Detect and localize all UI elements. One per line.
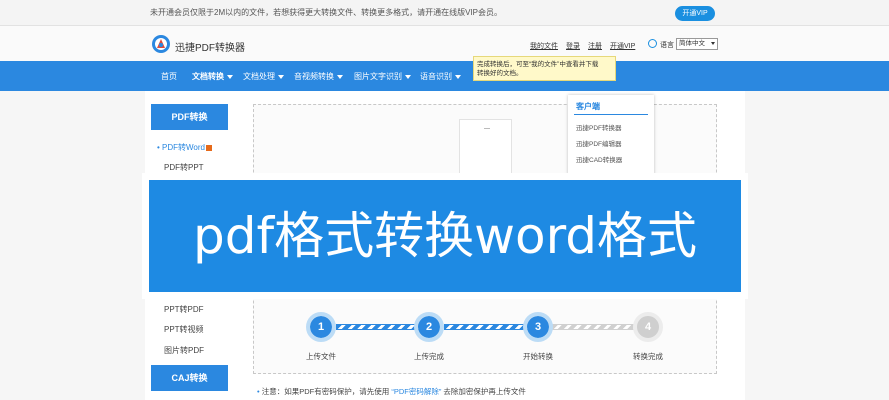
chevron-down-icon	[227, 74, 233, 79]
nav-document-convert[interactable]: 文档转换	[192, 71, 233, 82]
sidebar-item-ppt-to-video[interactable]: PPT转视频	[164, 324, 204, 335]
tip-prefix: 注意：如果PDF有密码保护，请先使用	[261, 387, 390, 396]
pdf-password-remove-link[interactable]: “PDF密码解除”	[391, 387, 441, 396]
notice-bar: 未开通会员仅限于2M以内的文件，若想获得更大转换文件、转换更多格式，请开通在线版…	[0, 0, 889, 26]
app-logo-icon[interactable]	[151, 34, 171, 54]
client-dropdown-title: 客户端	[576, 102, 600, 111]
step-3-circle: 3	[523, 312, 553, 342]
nav-label: 图片文字识别	[354, 72, 402, 81]
banner-title: pdf格式转换word格式	[193, 207, 697, 265]
sidebar-header-pdf[interactable]: PDF转换	[151, 104, 228, 130]
step-1-label: 上传文件	[306, 352, 336, 361]
nav-document-process[interactable]: 文档处理	[243, 71, 284, 82]
sidebar-header-caj[interactable]: CAJ转换	[151, 365, 228, 391]
step-1-circle: 1	[306, 312, 336, 342]
sidebar-item-pdf-to-ppt[interactable]: PDF转PPT	[164, 162, 204, 173]
client-item-cad-converter[interactable]: 迅捷CAD转换器	[576, 154, 622, 164]
sidebar-item-ppt-to-pdf[interactable]: PPT转PDF	[164, 304, 204, 315]
step-2-label: 上传完成	[414, 352, 444, 361]
chevron-down-icon	[455, 74, 461, 79]
document-line	[484, 128, 490, 129]
sidebar-item-pdf-to-word[interactable]: • PDF转Word	[157, 142, 212, 153]
notice-text: 未开通会员仅限于2M以内的文件，若想获得更大转换文件、转换更多格式，请开通在线版…	[150, 8, 503, 17]
register-link[interactable]: 注册	[588, 41, 602, 51]
language-value: 简体中文	[679, 40, 705, 47]
chevron-down-icon	[711, 42, 715, 45]
nav-label: 语音识别	[420, 72, 452, 81]
step-4-label: 转换完成	[633, 352, 663, 361]
client-item-pdf-converter[interactable]: 迅捷PDF转换器	[576, 122, 622, 132]
bullet-icon: •	[257, 387, 260, 396]
open-vip-button[interactable]: 开通VIP	[675, 6, 715, 21]
tip-suffix: 去除加密保护再上传文件	[443, 387, 526, 396]
progress-connector	[552, 324, 638, 330]
nav-av-convert[interactable]: 音视频转换	[294, 71, 343, 82]
main-nav: 首页 文档转换 文档处理 音视频转换 图片文字识别 语音识别	[0, 61, 889, 91]
chevron-down-icon	[278, 74, 284, 79]
divider	[574, 114, 648, 115]
site-header: 迅捷PDF转换器 我的文件 登录 注册 开通VIP 语言 简体中文	[0, 26, 889, 61]
sidebar-item-image-to-pdf[interactable]: 图片转PDF	[164, 345, 204, 356]
language-label: 语言	[660, 42, 674, 49]
new-badge-icon	[206, 144, 212, 151]
password-tip: • 注意：如果PDF有密码保护，请先使用 “PDF密码解除” 去除加密保护再上传…	[257, 386, 526, 397]
my-files-link[interactable]: 我的文件	[530, 41, 558, 51]
app-name[interactable]: 迅捷PDF转换器	[175, 39, 245, 54]
nav-label: 文档处理	[243, 72, 275, 81]
progress-connector	[444, 324, 530, 330]
convert-tooltip: 完成转换后，可至“我的文件”中查看并下载 转换好的文档。	[473, 56, 616, 81]
sidebar-item-label: PDF转Word	[162, 143, 205, 152]
step-4-circle: 4	[633, 312, 663, 342]
progress-connector	[336, 324, 422, 330]
chevron-down-icon	[405, 74, 411, 79]
tooltip-line-1: 完成转换后，可至“我的文件”中查看并下载	[477, 61, 599, 68]
nav-ocr[interactable]: 图片文字识别	[354, 71, 411, 82]
language-select[interactable]: 简体中文	[676, 38, 718, 50]
open-vip-link[interactable]: 开通VIP	[610, 41, 635, 51]
globe-icon	[648, 39, 657, 48]
left-margin	[0, 91, 145, 400]
right-margin	[745, 91, 889, 400]
document-placeholder	[459, 119, 512, 179]
nav-speech[interactable]: 语音识别	[420, 71, 461, 82]
client-item-pdf-editor[interactable]: 迅捷PDF编辑器	[576, 138, 622, 148]
step-3-label: 开始转换	[523, 352, 553, 361]
nav-label: 文档转换	[192, 72, 224, 81]
step-2-circle: 2	[414, 312, 444, 342]
account-links: 我的文件 登录 注册 开通VIP	[530, 41, 635, 51]
tooltip-line-2: 转换好的文档。	[477, 70, 523, 77]
login-link[interactable]: 登录	[566, 41, 580, 51]
nav-label: 首页	[161, 72, 177, 81]
chevron-down-icon	[337, 74, 343, 79]
client-dropdown: 客户端 迅捷PDF转换器 迅捷PDF编辑器 迅捷CAD转换器	[568, 95, 654, 175]
nav-home[interactable]: 首页	[161, 71, 177, 82]
nav-label: 音视频转换	[294, 72, 334, 81]
